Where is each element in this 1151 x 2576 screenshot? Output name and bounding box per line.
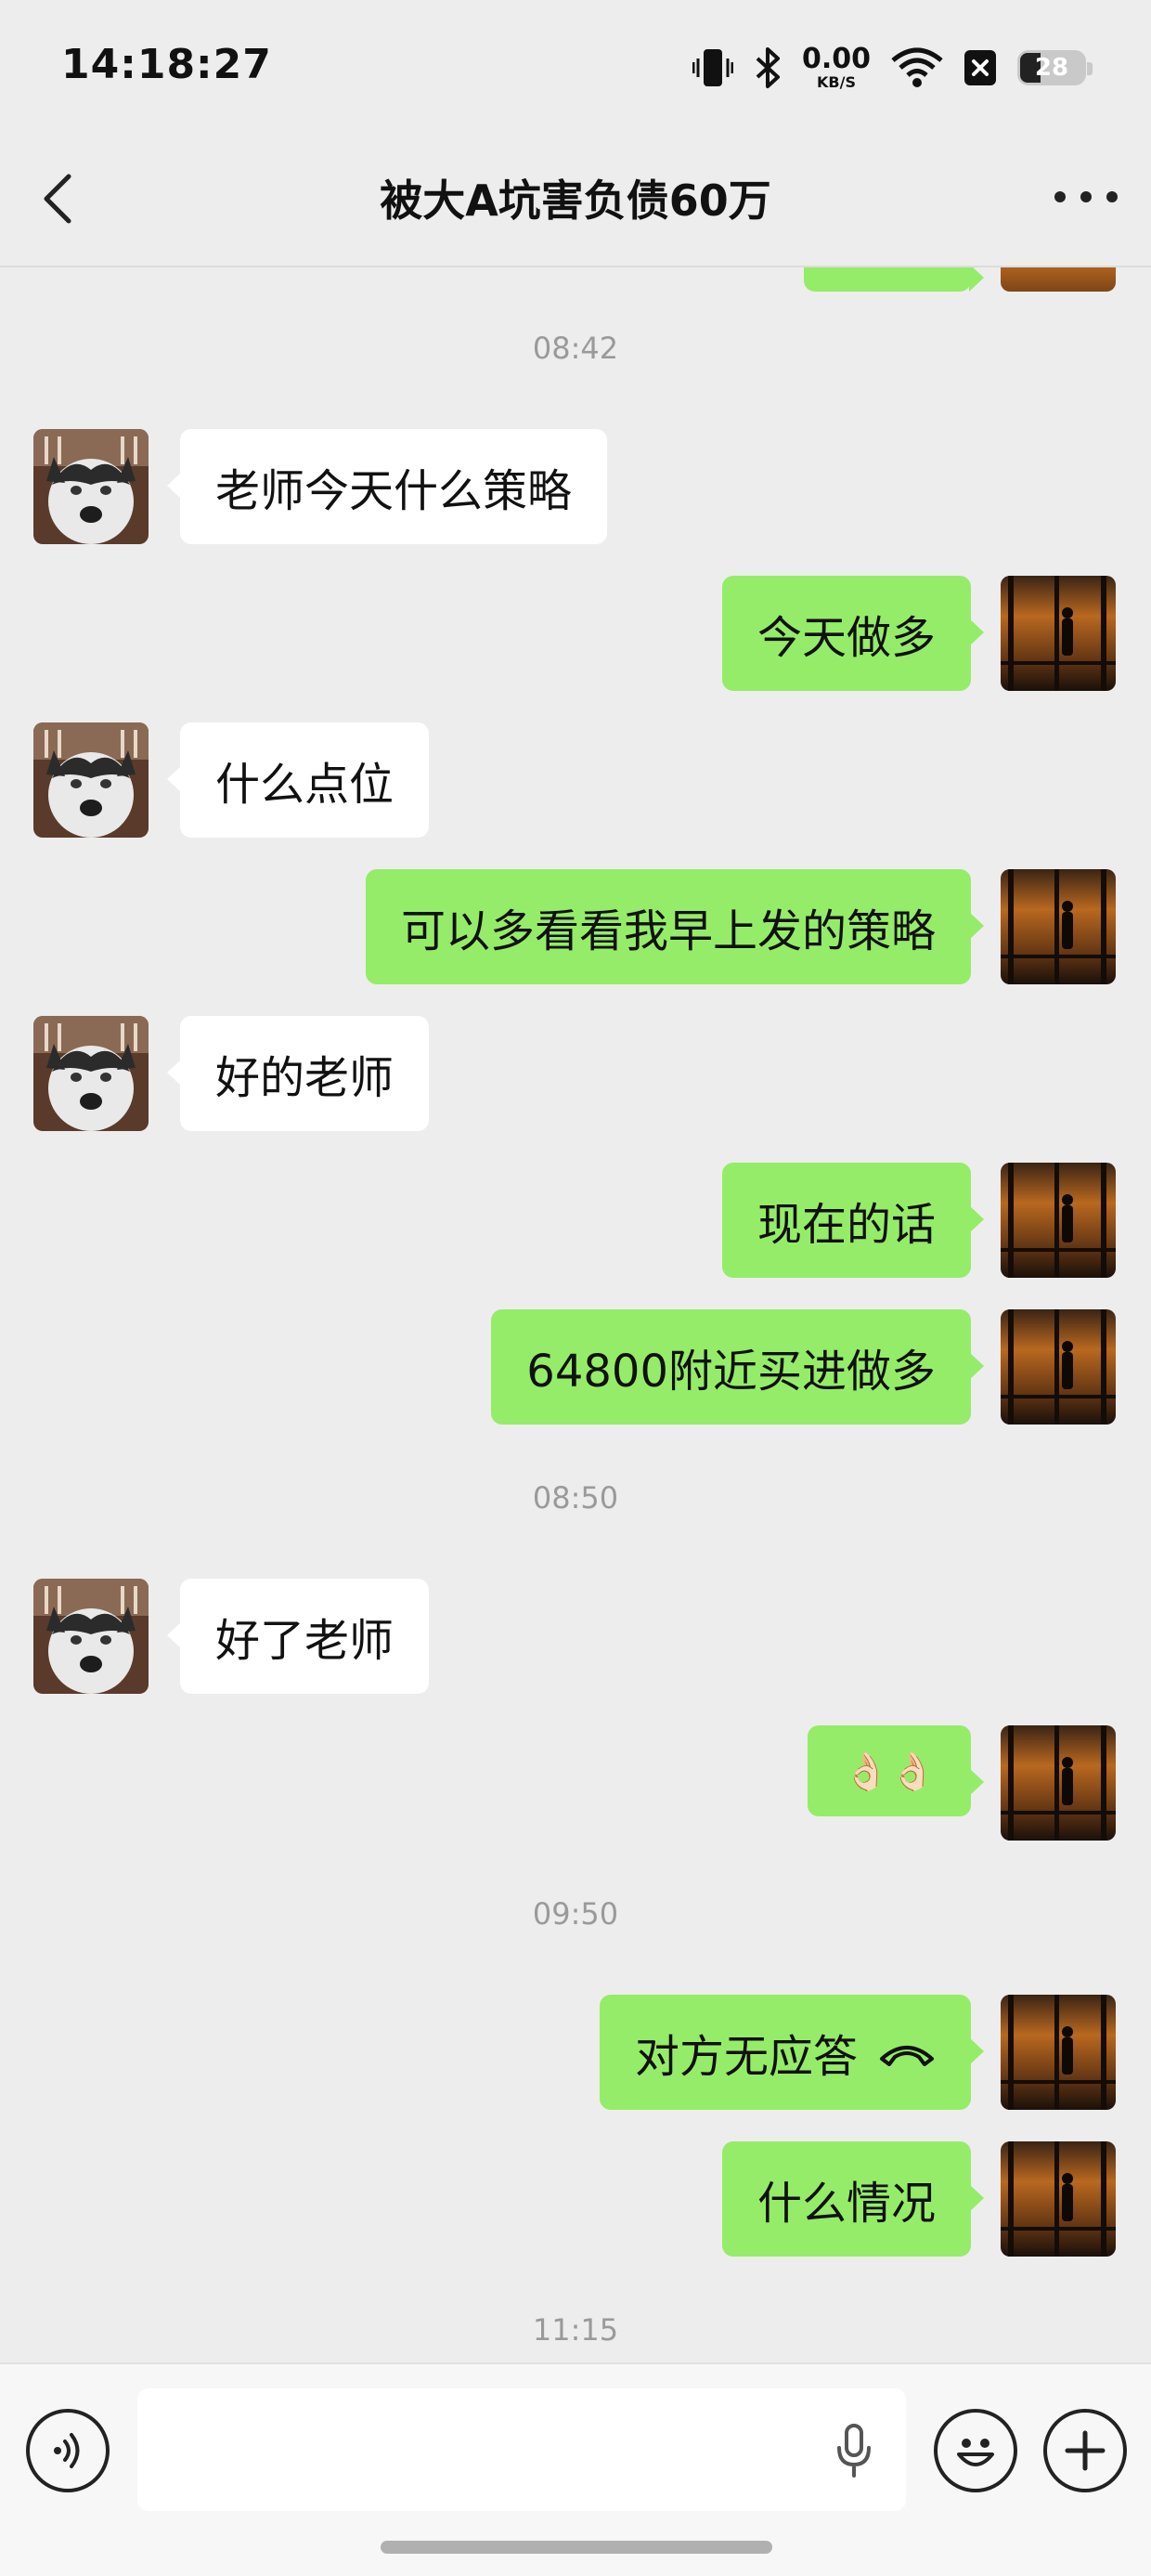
message-bubble-sent[interactable]: 现在的话 (721, 1163, 985, 1278)
more-dots-icon[interactable] (1054, 176, 1118, 217)
message-text: 现在的话 (757, 1199, 936, 1251)
no-sim-icon (964, 50, 996, 85)
avatar-self[interactable] (1001, 1995, 1116, 2110)
message-bubble-sent[interactable]: 今天做多 (721, 576, 985, 691)
bluetooth-icon (756, 47, 780, 88)
avatar-self[interactable] (1001, 267, 1116, 292)
status-icons: 0.00 KB/S 28 (692, 35, 1093, 100)
message-text: 好了老师 (215, 1615, 394, 1667)
status-bar: 14:18:27 0.00 KB/S 28 (0, 0, 1151, 130)
message-input[interactable] (137, 2388, 906, 2511)
plus-icon[interactable] (1043, 2409, 1127, 2492)
call-record-bubble[interactable]: 对方无应答 (599, 1995, 985, 2110)
microphone-icon[interactable] (835, 2424, 873, 2478)
avatar-self[interactable] (1001, 576, 1116, 691)
message-list[interactable]: 08:42 老师今天什么策略 今天做多 什么点位 可以多看看我早上发的策略 好的… (0, 267, 1151, 2362)
message-bubble-sent[interactable]: 可以多看看我早上发的策略 (365, 869, 985, 984)
avatar-self[interactable] (1001, 2141, 1116, 2257)
timestamp: 08:50 (532, 1480, 619, 1516)
message-bubble-received[interactable]: 好了老师 (166, 1579, 430, 1694)
message-text: 今天做多 (757, 612, 936, 664)
battery-level: 28 (1034, 54, 1069, 82)
timestamp: 08:42 (532, 331, 619, 366)
vibrate-icon (692, 49, 733, 86)
message-bubble-sent[interactable]: 64800附近买进做多 (491, 1309, 984, 1425)
timestamp: 11:15 (532, 2312, 619, 2348)
message-text: 老师今天什么策略 (215, 465, 573, 517)
avatar-self[interactable] (1001, 1309, 1116, 1425)
net-speed-value: 0.00 (801, 43, 871, 75)
message-bubble-received[interactable]: 好的老师 (166, 1016, 430, 1131)
message-text: 可以多看看我早上发的策略 (400, 905, 936, 957)
partial-message-bubble[interactable] (804, 267, 984, 292)
message-text: 什么情况 (757, 2178, 936, 2230)
input-bar (0, 2362, 1151, 2576)
message-text: 64800附近买进做多 (526, 1346, 936, 1398)
emoji-icon[interactable] (934, 2409, 1017, 2492)
avatar-self[interactable] (1001, 869, 1116, 984)
message-text: 好的老师 (215, 1052, 394, 1104)
hang-up-phone-icon (880, 2046, 934, 2066)
net-speed-unit: KB/S (817, 73, 856, 91)
message-bubble-sent[interactable]: 什么情况 (721, 2141, 985, 2257)
message-emoji: 👌🏻👌🏻 (843, 1750, 936, 1793)
avatar-husky[interactable] (33, 429, 149, 544)
avatar-self[interactable] (1001, 1163, 1116, 1278)
chat-title: 被大A坑害负债60万 (380, 176, 771, 226)
message-text: 对方无应答 (634, 2031, 858, 2083)
message-bubble-received[interactable]: 什么点位 (166, 722, 430, 838)
status-time: 14:18:27 (61, 41, 272, 88)
avatar-husky[interactable] (33, 722, 149, 838)
message-bubble-received[interactable]: 老师今天什么策略 (166, 429, 608, 544)
home-indicator[interactable] (381, 2541, 772, 2554)
avatar-husky[interactable] (33, 1579, 149, 1694)
message-bubble-sent[interactable]: 👌🏻👌🏻 (808, 1725, 984, 1816)
battery-icon: 28 (1017, 50, 1093, 85)
voice-mode-icon[interactable] (26, 2409, 110, 2492)
avatar-self[interactable] (1001, 1725, 1116, 1841)
timestamp: 09:50 (532, 1896, 619, 1932)
wifi-icon (891, 47, 943, 87)
message-text: 什么点位 (215, 759, 394, 811)
chat-header: 被大A坑害负债60万 (0, 130, 1151, 267)
avatar-husky[interactable] (33, 1016, 149, 1131)
net-speed: 0.00 KB/S (802, 46, 871, 90)
